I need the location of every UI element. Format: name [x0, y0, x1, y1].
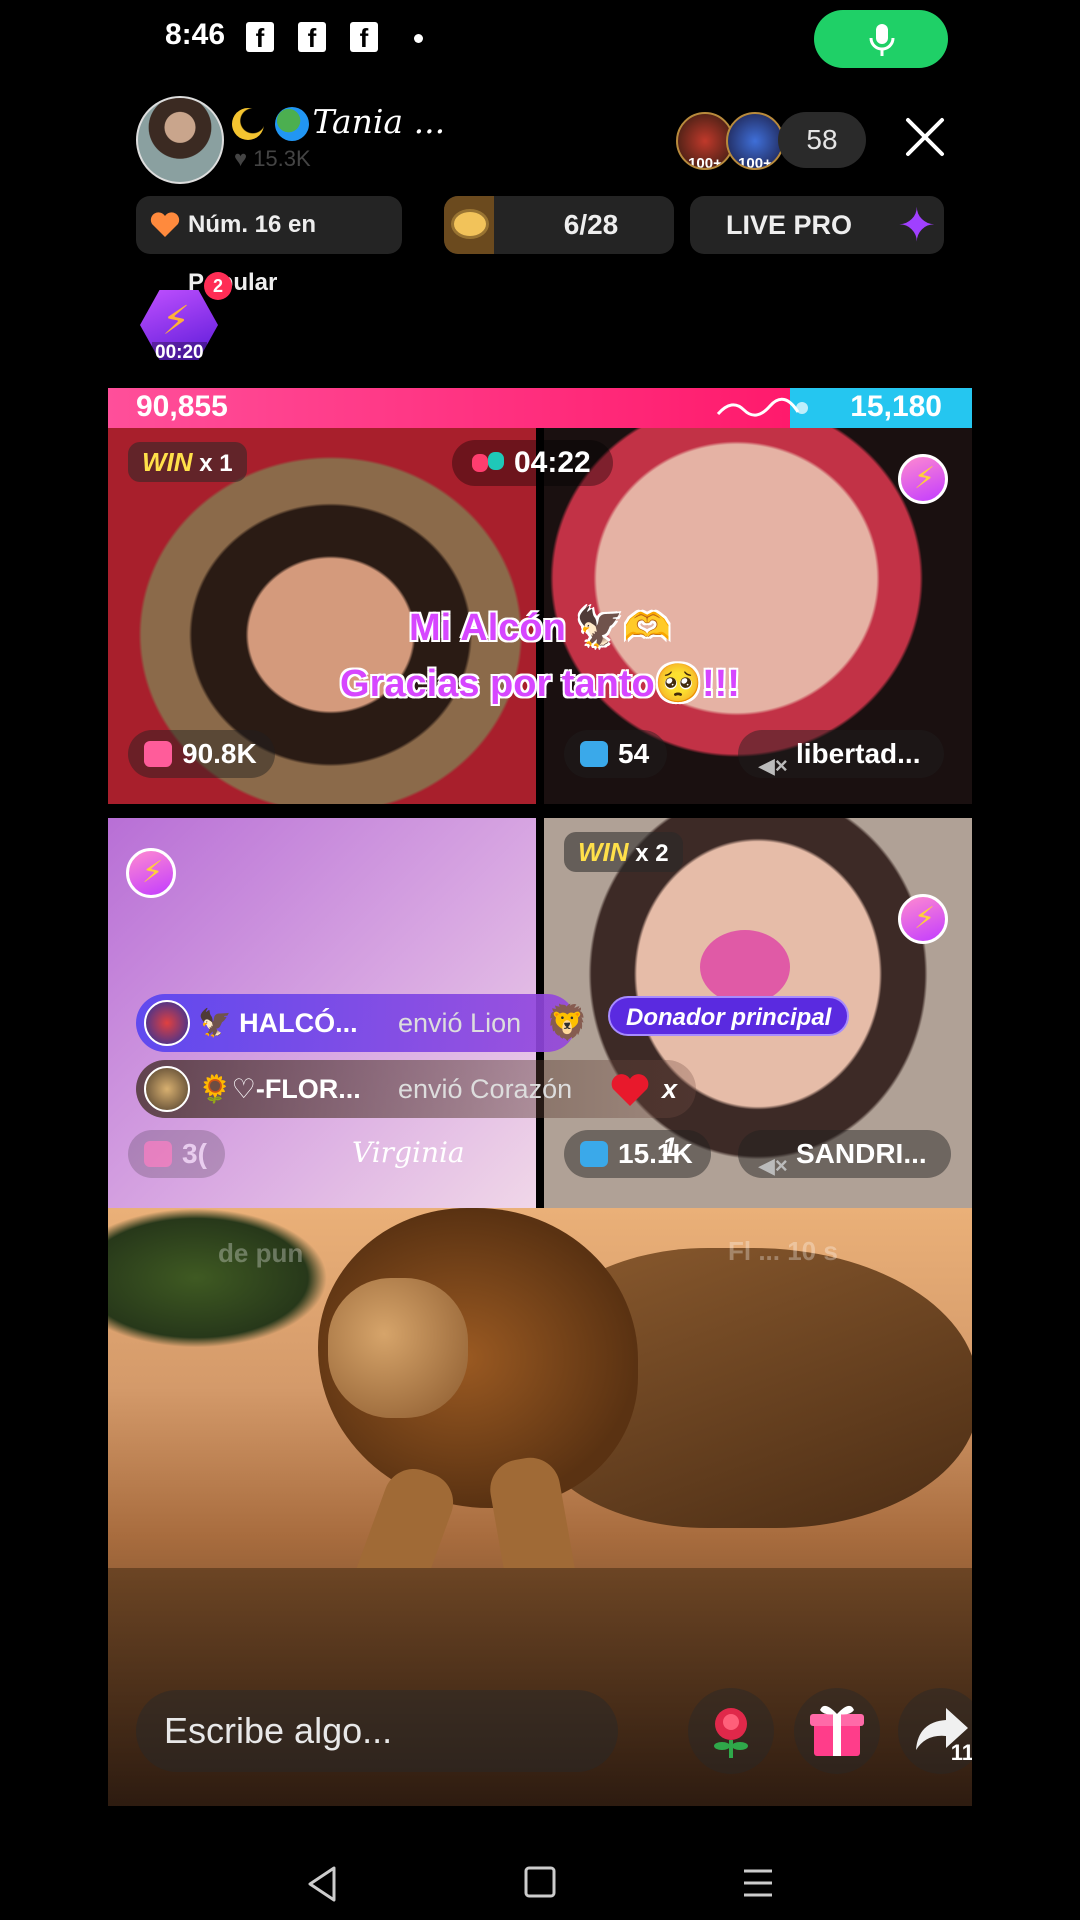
close-icon	[906, 118, 944, 156]
coin-icon	[580, 741, 608, 767]
heart-icon	[150, 212, 180, 237]
boost-corner-icon: ⚡	[126, 848, 176, 898]
gift-message[interactable]: 🌻♡-FLOR... envió Corazón x 1	[136, 1060, 696, 1162]
score-left-value: 90,855	[136, 390, 228, 423]
top-donor-badge: Donador principal	[608, 996, 850, 1036]
moon-emoji-icon	[232, 108, 264, 140]
close-button[interactable]	[900, 112, 950, 162]
rose-gift-button[interactable]	[688, 1688, 774, 1774]
gifter-name: 🌻♡-FLOR...	[198, 1074, 361, 1104]
planet-progress-pill[interactable]: 6/28	[444, 196, 674, 254]
facebook-notification-icon: f	[350, 22, 378, 53]
win-badge: WIN x 2	[564, 832, 683, 872]
caption-line-1: Mi Alcón 🦅🫶	[408, 607, 672, 649]
share-button[interactable]: 11	[898, 1688, 972, 1774]
boost-timer: 00:20	[152, 342, 207, 364]
coin-icon	[144, 741, 172, 767]
lion-gift-icon: 🦁	[546, 1004, 589, 1042]
share-count: 11	[950, 1740, 972, 1765]
boost-corner-icon: ⚡	[898, 894, 948, 944]
tile-coin-count: 3(	[128, 1130, 225, 1178]
guest-name: Virginia	[352, 1136, 465, 1169]
heart-gift-icon	[611, 1074, 649, 1106]
tile-divider	[108, 808, 972, 812]
host-name[interactable]: Tania ...	[232, 102, 445, 141]
planet-icon	[444, 196, 494, 254]
score-right-value: 15,180	[850, 390, 942, 423]
gift-icon	[810, 1705, 864, 1756]
coin-icon	[144, 1141, 172, 1167]
battle-timer: 04:22	[452, 440, 613, 486]
rose-icon	[714, 1708, 748, 1758]
popular-rank-pill[interactable]: Núm. 16 en Popular	[136, 196, 402, 296]
globe-emoji-icon	[274, 107, 309, 141]
muted-guest-name[interactable]: ◀× libertad...	[738, 730, 945, 778]
lightning-icon: ⚡	[162, 299, 191, 343]
gift-action: envió Lion	[398, 1008, 522, 1038]
host-likes: ♥ 15.3K	[234, 146, 311, 171]
status-time: 8:46	[165, 18, 226, 51]
mute-icon: ◀×	[758, 1153, 788, 1178]
mic-icon	[869, 24, 895, 56]
boxing-gloves-icon	[472, 452, 504, 472]
gifter-name: 🦅 HALCÓ...	[198, 1008, 358, 1038]
home-nav-icon[interactable]	[522, 1864, 558, 1902]
planet-progress-label: 6/28	[563, 209, 619, 240]
gift-button[interactable]	[794, 1688, 880, 1774]
score-spark-icon	[716, 397, 808, 417]
gift-action: envió Corazón	[398, 1074, 573, 1104]
muted-guest-name[interactable]: ◀× SANDRI...	[738, 1130, 951, 1178]
dog-nose-filter	[700, 930, 790, 1004]
mic-button[interactable]	[814, 10, 948, 68]
boost-badge[interactable]: ⚡ 2 00:20	[136, 272, 232, 366]
viewer-count[interactable]: 58	[778, 112, 866, 168]
top-viewer-avatar[interactable]: 100+	[726, 112, 784, 170]
mute-icon: ◀×	[758, 753, 788, 778]
host-name-text: Tania ...	[312, 102, 446, 141]
gifter-avatar	[144, 1000, 190, 1046]
comment-input[interactable]: Escribe algo...	[136, 1690, 618, 1772]
gifter-avatar	[144, 1066, 190, 1112]
lion-face	[328, 1278, 468, 1418]
system-nav-bar	[0, 1820, 1080, 1920]
sparkle-icon: ✦	[897, 199, 936, 251]
coin-icon	[580, 1141, 608, 1167]
gift-multiplier: x 1	[662, 1074, 678, 1162]
boost-count-badge: 2	[204, 272, 232, 300]
facebook-notification-icon: f	[246, 22, 274, 53]
live-pro-pill[interactable]: LIVE PRO ✦	[690, 196, 944, 254]
more-notifications-dot	[414, 34, 423, 43]
boost-corner-icon: ⚡	[898, 454, 948, 504]
gift-message[interactable]: 🦅 HALCÓ... envió Lion 🦁	[136, 994, 588, 1052]
acacia-tree	[108, 1208, 328, 1348]
win-badge: WIN x 1	[128, 442, 247, 482]
caption-line-2: Gracias por tanto🥺!!!	[340, 663, 740, 705]
live-pro-label: LIVE PRO	[726, 210, 853, 240]
tile-coin-count: 54	[564, 730, 668, 778]
battle-area: 90,855 15,180 WIN x 1 90.8K ⚡ 54 ◀× libe…	[108, 388, 972, 1806]
status-bar: 8:46 f f f	[0, 0, 1080, 80]
host-avatar[interactable]	[136, 96, 224, 184]
battle-score-bar: 90,855 15,180	[108, 388, 972, 428]
back-nav-icon[interactable]	[304, 1864, 340, 1904]
menu-nav-icon[interactable]	[740, 1866, 776, 1900]
faded-text: Fl ... 10 s	[728, 1236, 838, 1266]
tile-coin-count: 90.8K	[128, 730, 275, 778]
facebook-notification-icon: f	[298, 22, 326, 53]
faded-text: de pun	[218, 1238, 304, 1268]
